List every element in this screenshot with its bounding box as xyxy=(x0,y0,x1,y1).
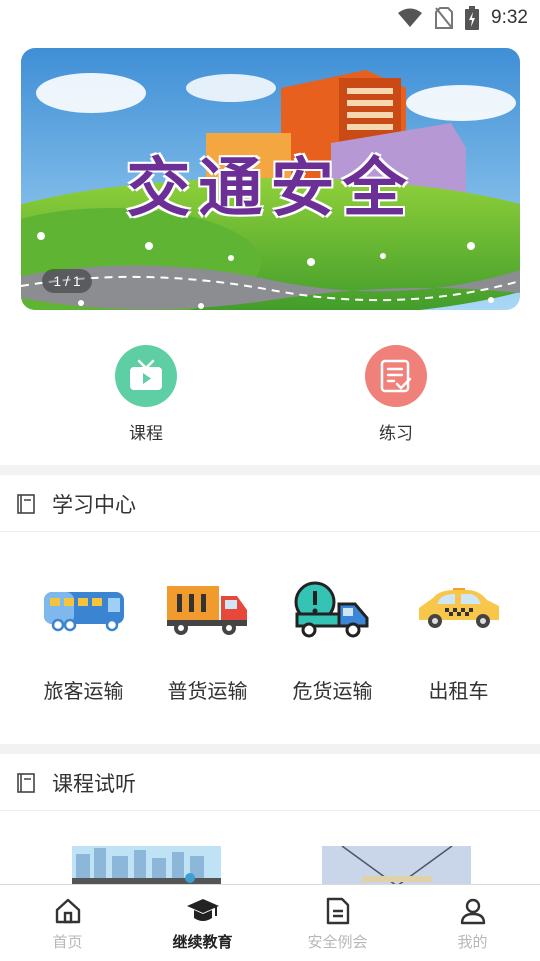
tab-safety-meeting[interactable]: 安全例会 xyxy=(270,885,405,961)
hazard-truck-icon xyxy=(270,575,395,645)
course-preview-header: 课程试听 xyxy=(0,754,540,811)
category-general-cargo[interactable]: 普货运输 xyxy=(145,575,270,704)
document-icon xyxy=(326,897,349,925)
learning-center-header: 学习中心 xyxy=(0,475,540,532)
category-taxi[interactable]: 出租车 xyxy=(396,575,521,704)
category-passenger-transport-label: 旅客运输 xyxy=(43,679,124,703)
quick-entry-practice-label: 练习 xyxy=(379,424,413,444)
home-icon xyxy=(55,898,80,924)
banner-title: 交通安全 xyxy=(126,152,415,226)
category-hazardous-cargo[interactable]: 危货运输 xyxy=(270,575,395,704)
category-general-cargo-label: 普货运输 xyxy=(167,679,248,703)
learning-center-title: 学习中心 xyxy=(52,493,136,517)
category-hazardous-cargo-label: 危货运输 xyxy=(292,679,373,703)
banner-carousel[interactable]: 交通安全 1 / 1 xyxy=(21,48,520,310)
graduation-cap-icon xyxy=(186,899,219,921)
quick-entry-course[interactable]: 课程 xyxy=(86,345,206,444)
status-time: 9:32 xyxy=(491,7,528,28)
status-icons: 9:32 xyxy=(397,6,528,30)
book-icon xyxy=(17,494,35,514)
user-icon xyxy=(460,898,485,925)
tab-continuing-education[interactable]: 继续教育 xyxy=(135,885,270,961)
section-divider xyxy=(0,744,540,754)
tab-mine-label: 我的 xyxy=(457,933,488,951)
quick-entry-practice[interactable]: 练习 xyxy=(336,345,456,444)
no-sim-icon xyxy=(435,7,454,29)
section-divider xyxy=(0,465,540,475)
category-taxi-label: 出租车 xyxy=(428,679,489,703)
course-preview-thumbnail[interactable] xyxy=(322,846,471,886)
tab-continuing-education-label: 继续教育 xyxy=(172,933,233,951)
tab-home[interactable]: 首页 xyxy=(0,885,135,961)
tab-safety-meeting-label: 安全例会 xyxy=(307,933,368,951)
course-preview-thumbnail[interactable] xyxy=(72,846,221,886)
wifi-icon xyxy=(398,8,423,27)
bus-icon xyxy=(21,575,146,645)
status-bar: 9:32 xyxy=(0,0,540,36)
bottom-tab-bar: 首页 继续教育 安全例会 我的 xyxy=(0,884,540,961)
taxi-icon xyxy=(396,575,521,645)
tab-home-label: 首页 xyxy=(52,933,83,951)
tv-play-icon xyxy=(115,345,177,407)
category-passenger-transport[interactable]: 旅客运输 xyxy=(21,575,146,704)
course-preview-title: 课程试听 xyxy=(52,772,136,796)
battery-charging-icon xyxy=(465,6,480,30)
tab-mine[interactable]: 我的 xyxy=(405,885,540,961)
checklist-icon xyxy=(365,345,427,407)
quick-entry-course-label: 课程 xyxy=(129,424,163,444)
cargo-truck-icon xyxy=(145,575,270,645)
book-icon xyxy=(17,773,35,793)
banner-page-indicator: 1 / 1 xyxy=(42,269,92,293)
